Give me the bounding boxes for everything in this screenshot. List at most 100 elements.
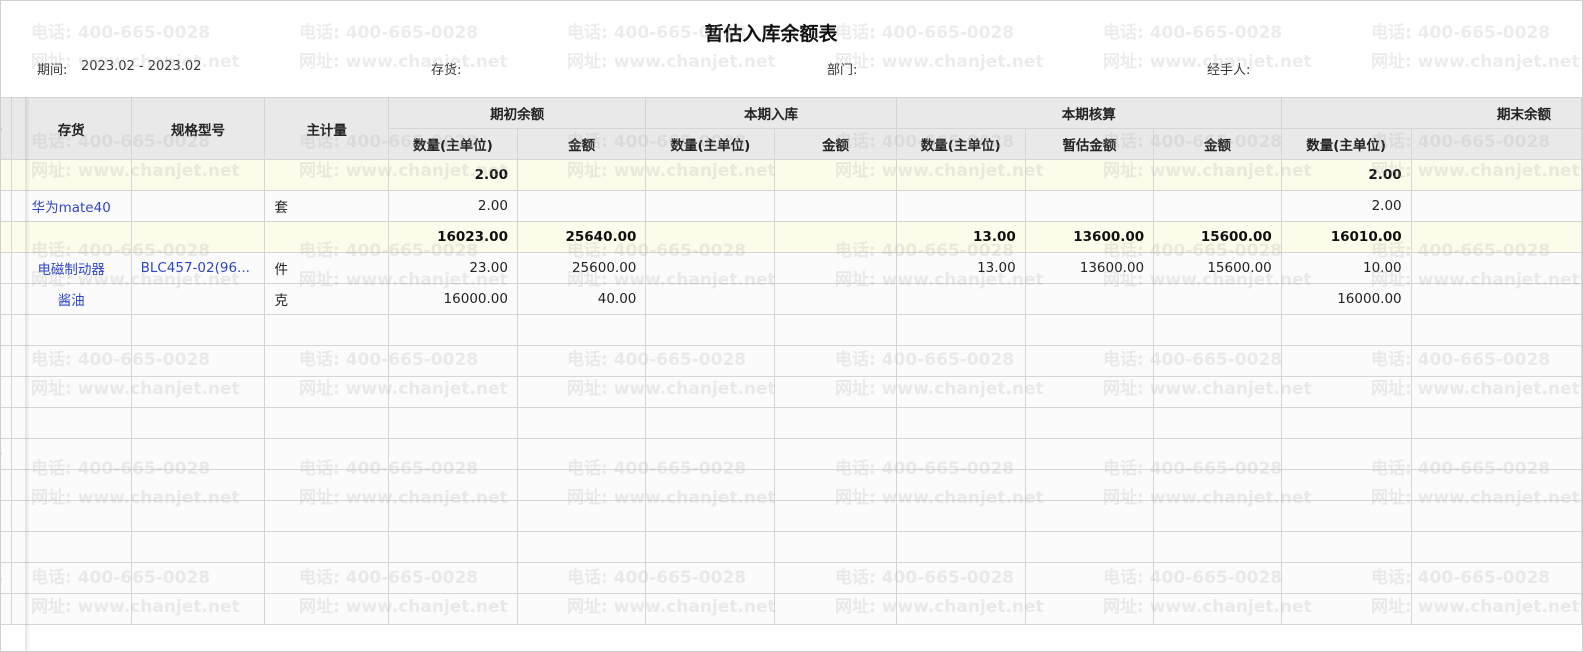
cell-open-qty: 16000.00 <box>387 283 518 315</box>
cell-open-qty <box>387 562 518 594</box>
cell-settle-amount <box>1153 190 1282 222</box>
table-row[interactable] <box>1 407 1582 439</box>
cell-unit <box>264 531 389 563</box>
cell-settle-qty <box>895 283 1026 315</box>
cell-close-qty <box>1280 345 1412 377</box>
cell-unit <box>264 314 389 346</box>
cell-settle-qty <box>895 159 1026 191</box>
table-row[interactable] <box>1 345 1582 377</box>
cell-close-qty <box>1280 407 1412 439</box>
cell-open-qty <box>387 500 518 532</box>
cell-open-qty: 2.00 <box>387 190 518 222</box>
balance-table-wrap[interactable]: 号 存货 规格型号 主计量 期初余额 本期入库 本期核算 期末余额 数量(主单位… <box>1 97 1582 625</box>
cell-open-amount <box>516 345 647 377</box>
cell-open-qty: 23.00 <box>387 252 518 284</box>
frozen-column-shadow <box>25 97 30 651</box>
cell-settle-qty: 13.00 <box>895 221 1026 253</box>
report-frame: 暂估入库余额表 期间: 2023.02 - 2023.02 存货: 部门: 经手… <box>0 0 1583 652</box>
cell-settle-qty <box>895 314 1026 346</box>
cell-spec <box>130 314 266 346</box>
cell-open-qty <box>387 438 518 470</box>
cell-unit <box>264 407 389 439</box>
cell-settle-est-amount: 13600.00 <box>1024 252 1155 284</box>
cell-settle-est-amount <box>1024 531 1155 563</box>
cell-close-qty: 2.00 <box>1280 159 1412 191</box>
table-row[interactable]: 华为mate40 套 2.00 2.00 <box>1 190 1582 222</box>
cell-settle-amount <box>1153 593 1282 625</box>
table-row[interactable]: 0 <box>1 438 1582 470</box>
cell-close-extra <box>1410 469 1582 501</box>
cell-settle-qty <box>895 190 1026 222</box>
table-row[interactable]: 3 <box>1 531 1582 563</box>
cell-in-amount <box>774 562 897 594</box>
cell-unit <box>264 376 389 408</box>
cell-settle-amount <box>1153 469 1282 501</box>
table-row[interactable] <box>1 376 1582 408</box>
subtotal-row[interactable]: 2.00 2.00 <box>1 159 1582 191</box>
cell-settle-qty <box>895 562 1026 594</box>
cell-seq <box>1 376 12 408</box>
table-row[interactable]: 4 <box>1 562 1582 594</box>
cell-settle-qty <box>895 407 1026 439</box>
cell-settle-amount <box>1153 314 1282 346</box>
table-row[interactable]: 5 <box>1 593 1582 625</box>
cell-seq: 5 <box>1 593 12 625</box>
cell-settle-qty: 13.00 <box>895 252 1026 284</box>
cell-spec <box>130 593 266 625</box>
table-row[interactable]: 1 <box>1 469 1582 501</box>
subtotal-row[interactable]: 16023.00 25640.00 13.00 13600.00 15600.00 160… <box>1 221 1582 253</box>
cell-in-qty <box>645 531 776 563</box>
cell-in-qty <box>645 376 776 408</box>
cell-settle-qty <box>895 345 1026 377</box>
cell-open-amount <box>516 438 647 470</box>
table-row[interactable]: 2 <box>1 500 1582 532</box>
cell-in-qty <box>645 283 776 315</box>
cell-in-qty <box>645 469 776 501</box>
cell-settle-amount <box>1153 283 1282 315</box>
cell-in-amount <box>774 190 897 222</box>
cell-seq <box>1 252 12 284</box>
col-unit: 主计量 <box>264 97 389 160</box>
cell-open-amount: 40.00 <box>516 283 647 315</box>
cell-spec <box>130 283 266 315</box>
cell-in-qty <box>645 438 776 470</box>
cell-settle-est-amount <box>1024 469 1155 501</box>
cell-open-amount <box>516 407 647 439</box>
cell-close-qty: 10.00 <box>1280 252 1412 284</box>
cell-settle-est-amount <box>1024 438 1155 470</box>
table-row[interactable]: 酱油克 16000.00 40.00 16000.00 <box>1 283 1582 315</box>
cell-in-amount <box>774 314 897 346</box>
cell-open-amount: 25600.00 <box>516 252 647 284</box>
cell-settle-amount: 15600.00 <box>1153 252 1282 284</box>
report-title: 暂估入库余额表 <box>704 23 838 45</box>
col-in-qty: 数量(主单位) <box>645 128 776 160</box>
cell-spec <box>130 500 266 532</box>
cell-spec <box>130 345 266 377</box>
cell-in-amount <box>774 531 897 563</box>
table-row[interactable] <box>1 314 1582 346</box>
cell-close-qty <box>1280 376 1412 408</box>
cell-spec[interactable]: BLC457-02(96... <box>130 252 266 284</box>
cell-settle-est-amount <box>1024 500 1155 532</box>
cell-settle-amount: 15600.00 <box>1153 221 1282 253</box>
cell-in-amount <box>774 438 897 470</box>
cell-settle-amount <box>1153 500 1282 532</box>
cell-seq <box>1 345 12 377</box>
cell-settle-est-amount <box>1024 345 1155 377</box>
cell-seq <box>1 190 12 222</box>
col-settle-amount: 金额 <box>1153 128 1282 160</box>
cell-settle-est-amount: 13600.00 <box>1024 221 1155 253</box>
cell-unit: 件 <box>264 252 389 284</box>
cell-close-qty <box>1280 562 1412 594</box>
cell-in-amount <box>774 159 897 191</box>
cell-open-amount <box>516 562 647 594</box>
cell-open-amount <box>516 314 647 346</box>
cell-in-amount <box>774 469 897 501</box>
cell-settle-amount <box>1153 562 1282 594</box>
cell-in-qty <box>645 159 776 191</box>
cell-seq <box>1 221 12 253</box>
cell-open-amount <box>516 190 647 222</box>
cell-settle-est-amount <box>1024 562 1155 594</box>
cell-spec <box>130 562 266 594</box>
table-row[interactable]: 电磁制动器 BLC457-02(96... 件 23.00 25600.00 13.00 1… <box>1 252 1582 284</box>
